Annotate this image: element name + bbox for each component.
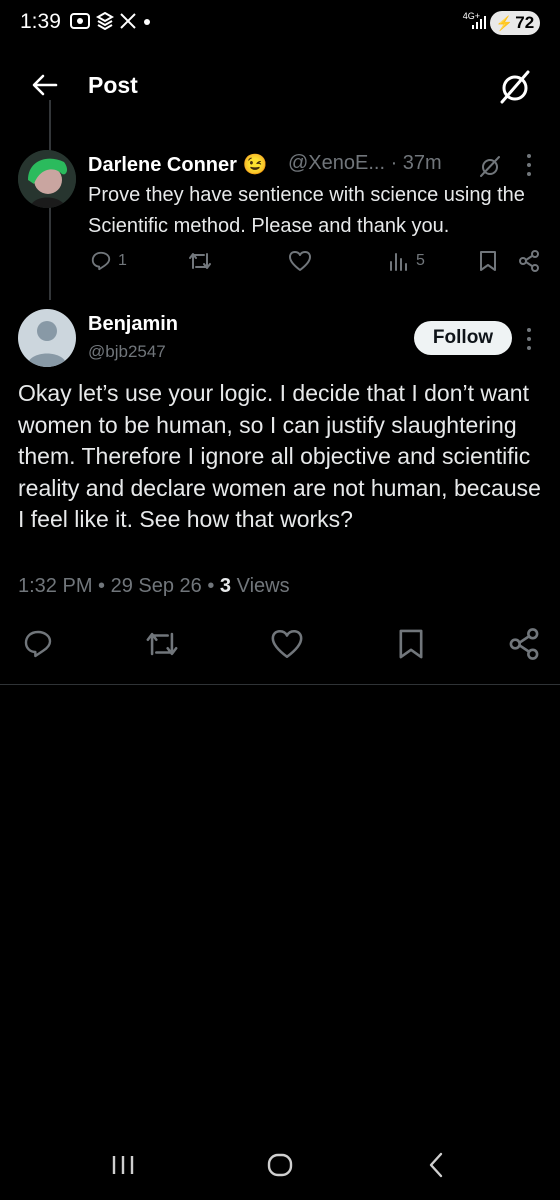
home-icon[interactable]: [266, 1150, 294, 1180]
repost-icon[interactable]: [145, 628, 179, 660]
grok-icon[interactable]: [498, 68, 532, 106]
status-time: 1:39: [20, 10, 61, 33]
like-button[interactable]: [288, 250, 312, 272]
avatar[interactable]: [18, 309, 76, 367]
author-handle[interactable]: @bjb2547: [88, 342, 166, 362]
status-notification-icons: [70, 12, 152, 30]
author-name[interactable]: Darlene Conner 😉: [88, 152, 267, 177]
back-icon[interactable]: [424, 1150, 448, 1180]
dot-icon: [144, 19, 150, 25]
battery-indicator: ⚡ 72: [490, 11, 540, 35]
follow-button[interactable]: Follow: [414, 321, 512, 355]
views-icon: [390, 253, 407, 271]
repost-icon: [189, 253, 211, 269]
divider: [0, 684, 560, 685]
tweet-actions: 1 5: [88, 250, 543, 278]
x-logo-icon: [120, 13, 136, 29]
share-icon: [519, 250, 539, 272]
battery-level: 72: [515, 13, 535, 32]
tweet-text: Prove they have sentience with science u…: [88, 184, 525, 237]
avatar[interactable]: [18, 150, 76, 208]
reply-icon: [91, 251, 111, 271]
author-name[interactable]: Benjamin: [88, 313, 178, 336]
grok-icon[interactable]: [478, 154, 502, 178]
share-icon[interactable]: [508, 628, 540, 660]
reply-icon[interactable]: [22, 628, 54, 660]
bookmark-icon: [480, 251, 496, 271]
tweet-actions: [0, 628, 560, 660]
repost-button[interactable]: [188, 250, 212, 272]
back-arrow-icon[interactable]: [30, 70, 60, 100]
heart-icon[interactable]: [270, 628, 304, 660]
bookmark-icon[interactable]: [396, 628, 426, 660]
timestamp: 1:32 PM • 29 Sep 26 •: [18, 575, 220, 597]
heart-icon: [289, 251, 311, 271]
reply-button[interactable]: 1: [90, 250, 127, 272]
screenshot-icon: [70, 13, 90, 29]
reply-count: 1: [118, 252, 127, 269]
author-handle-time: @XenoE... · 37m: [288, 152, 442, 174]
recent-apps-icon[interactable]: [110, 1150, 136, 1180]
bookmark-button[interactable]: [478, 250, 498, 272]
views-count: 5: [416, 252, 425, 269]
app-icon: [96, 12, 114, 30]
bolt-icon: ⚡: [495, 14, 514, 31]
more-options-icon[interactable]: [524, 152, 534, 178]
more-options-icon[interactable]: [524, 326, 534, 352]
share-button[interactable]: [518, 250, 540, 272]
views-count: 3: [219, 575, 232, 597]
tweet-meta: 1:32 PM • 29 Sep 26 • 3 Views: [18, 575, 290, 598]
signal-icon: [472, 16, 486, 29]
page-title: Post: [88, 72, 138, 98]
tweet-text: Okay let’s use your logic. I decide that…: [18, 380, 541, 532]
views-label[interactable]: Views: [231, 575, 290, 597]
views-button[interactable]: 5: [388, 250, 425, 272]
